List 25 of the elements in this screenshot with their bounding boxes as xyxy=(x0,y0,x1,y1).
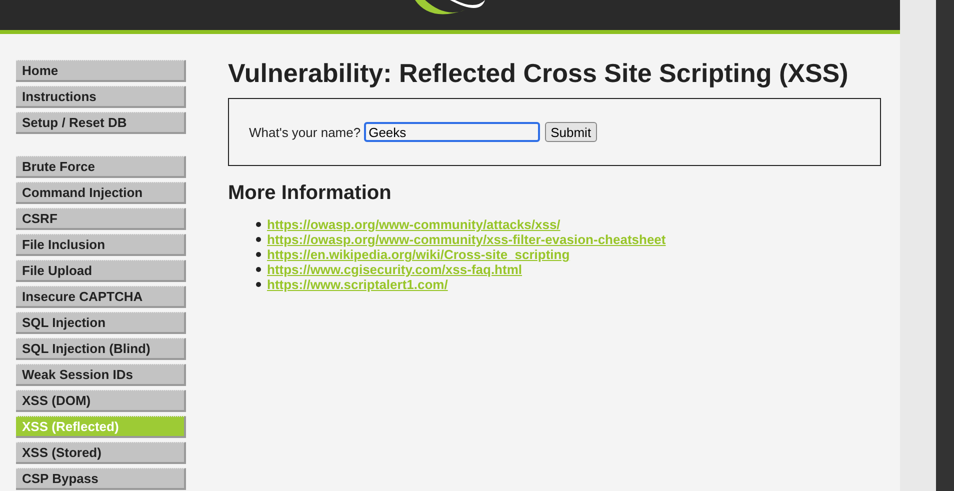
menu-item[interactable]: Home xyxy=(16,60,186,82)
menu-item[interactable]: XSS (Stored) xyxy=(16,442,186,464)
menu-item[interactable]: Weak Session IDs xyxy=(16,364,186,386)
name-field[interactable]: Geeks xyxy=(364,122,540,142)
menu-item[interactable]: SQL Injection (Blind) xyxy=(16,338,186,360)
bullet-icon xyxy=(256,222,261,227)
menu-item[interactable]: Brute Force xyxy=(16,156,186,178)
bullet-icon xyxy=(256,267,261,272)
menu-item[interactable]: File Inclusion xyxy=(16,234,186,256)
menu-item[interactable]: CSP Bypass xyxy=(16,468,186,490)
menu-item[interactable]: Command Injection xyxy=(16,182,186,204)
menu-item[interactable]: CSRF xyxy=(16,208,186,230)
submit-button[interactable]: Submit xyxy=(544,122,598,142)
menu-item[interactable]: Insecure CAPTCHA xyxy=(16,286,186,308)
bullet-icon xyxy=(256,237,261,242)
menu-item[interactable]: XSS (DOM) xyxy=(16,390,186,412)
menu-item[interactable]: Instructions xyxy=(16,86,186,108)
menu-item[interactable]: Setup / Reset DB xyxy=(16,112,186,134)
section-heading: More Information xyxy=(228,182,392,205)
menu-item[interactable]: SQL Injection xyxy=(16,312,186,334)
bullet-icon xyxy=(256,252,261,257)
page-title: Vulnerability: Reflected Cross Site Scripting (XSS) xyxy=(228,60,850,86)
bullet-icon xyxy=(256,282,261,287)
name-label: What's your name? xyxy=(249,124,361,140)
menu-item[interactable]: File Upload xyxy=(16,260,186,282)
